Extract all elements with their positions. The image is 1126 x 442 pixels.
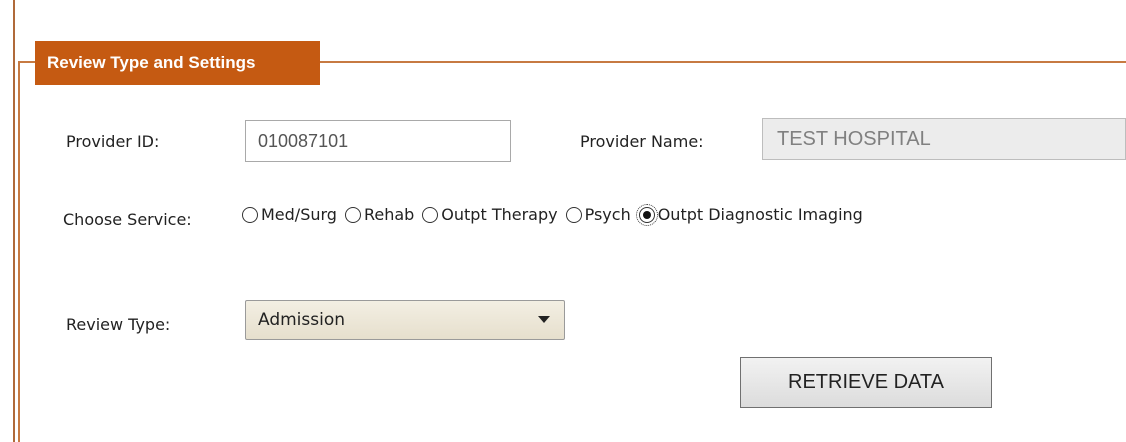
radio-med-surg[interactable]: Med/Surg [242, 205, 337, 224]
service-radio-group: Med/Surg Rehab Outpt Therapy Psych Outpt… [242, 203, 871, 226]
radio-circle-icon[interactable] [344, 206, 361, 223]
retrieve-data-button[interactable]: RETRIEVE DATA [740, 357, 992, 408]
radio-selected-icon[interactable] [635, 203, 658, 226]
review-type-label: Review Type: [66, 315, 171, 334]
radio-rehab[interactable]: Rehab [344, 205, 415, 224]
provider-name-field: TEST HOSPITAL [762, 118, 1126, 160]
chevron-down-icon[interactable] [538, 316, 550, 323]
radio-label: Psych [584, 205, 631, 224]
review-type-value: Admission [258, 310, 346, 330]
provider-id-label: Provider ID: [66, 132, 160, 151]
radio-label: Rehab [363, 205, 415, 224]
radio-psych[interactable]: Psych [565, 205, 631, 224]
radio-circle-icon[interactable] [422, 206, 439, 223]
choose-service-label: Choose Service: [63, 210, 192, 229]
radio-outpt-therapy[interactable]: Outpt Therapy [422, 205, 558, 224]
radio-outpt-diagnostic-imaging[interactable]: Outpt Diagnostic Imaging [635, 203, 863, 226]
provider-id-input[interactable]: 010087101 [245, 120, 511, 162]
radio-label: Med/Surg [261, 205, 337, 224]
panel-legend: Review Type and Settings [35, 41, 320, 85]
radio-circle-icon[interactable] [565, 206, 582, 223]
left-border-line [13, 0, 15, 442]
radio-label: Outpt Therapy [441, 205, 558, 224]
radio-circle-icon[interactable] [242, 206, 258, 223]
panel-border-left [18, 61, 20, 442]
review-type-select[interactable]: Admission [245, 300, 565, 340]
provider-name-label: Provider Name: [580, 132, 704, 151]
radio-label: Outpt Diagnostic Imaging [657, 205, 863, 224]
